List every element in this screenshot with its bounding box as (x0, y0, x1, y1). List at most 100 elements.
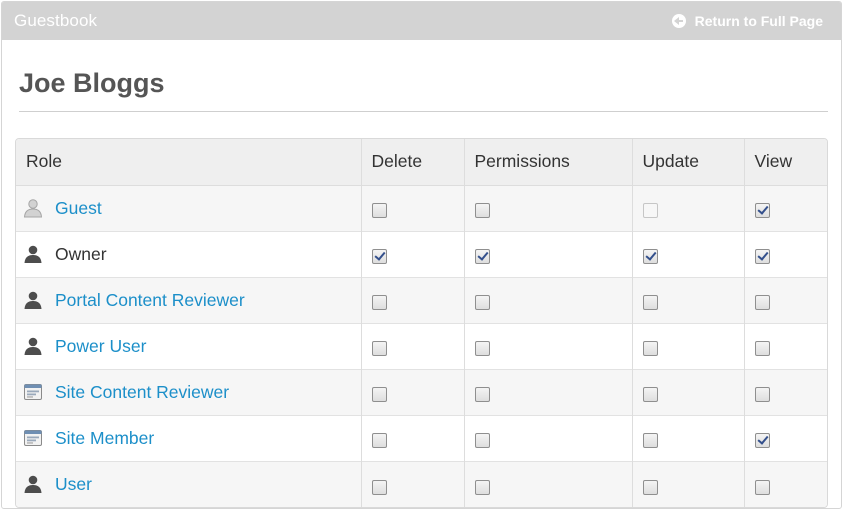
table-row: Site Member (16, 414, 827, 461)
permissions-cell (464, 276, 633, 323)
column-header-update: Update (632, 139, 745, 186)
panel-title: Guestbook (14, 11, 98, 30)
page-title: Joe Bloggs (19, 68, 828, 112)
guest-user-icon (23, 198, 43, 218)
site-role-icon (23, 428, 43, 448)
permissions-checkbox[interactable] (474, 341, 490, 357)
user-icon (23, 244, 43, 264)
permissions-checkbox[interactable] (474, 249, 490, 265)
update-checkbox[interactable] (642, 341, 658, 357)
delete-checkbox[interactable] (371, 295, 387, 311)
permissions-cell (464, 414, 633, 461)
permissions-checkbox[interactable] (474, 433, 490, 449)
table-row: User (16, 460, 827, 507)
view-cell (744, 184, 827, 231)
update-checkbox[interactable] (642, 433, 658, 449)
update-cell (632, 368, 745, 415)
delete-checkbox[interactable] (371, 479, 387, 495)
permissions-cell (464, 368, 633, 415)
view-cell (744, 368, 827, 415)
update-checkbox[interactable] (642, 249, 658, 265)
guestbook-panel: Guestbook Return to Full Page Joe Bloggs… (1, 1, 842, 509)
permissions-checkbox[interactable] (474, 203, 490, 219)
view-cell (744, 460, 827, 507)
return-to-full-page-link[interactable]: Return to Full Page (671, 13, 823, 29)
role-link[interactable]: User (55, 474, 92, 495)
column-header-view: View (744, 139, 827, 186)
role-link[interactable]: Portal Content Reviewer (55, 290, 245, 311)
role-cell: Owner (16, 230, 362, 277)
update-cell (632, 276, 745, 323)
delete-cell (361, 322, 465, 369)
delete-checkbox[interactable] (371, 387, 387, 403)
view-checkbox[interactable] (754, 341, 770, 357)
permissions-cell (464, 322, 633, 369)
table-row: Owner (16, 230, 827, 277)
view-cell (744, 276, 827, 323)
delete-cell (361, 414, 465, 461)
view-cell (744, 322, 827, 369)
return-label: Return to Full Page (694, 13, 823, 29)
view-checkbox[interactable] (754, 203, 770, 219)
update-checkbox[interactable] (642, 295, 658, 311)
role-cell: User (16, 460, 362, 507)
update-checkbox (642, 203, 658, 219)
permissions-checkbox[interactable] (474, 479, 490, 495)
view-checkbox[interactable] (754, 295, 770, 311)
column-header-permissions: Permissions (464, 139, 633, 186)
permissions-checkbox[interactable] (474, 387, 490, 403)
user-icon (23, 474, 43, 494)
view-checkbox[interactable] (754, 387, 770, 403)
update-cell (632, 230, 745, 277)
delete-cell (361, 460, 465, 507)
permissions-table-wrapper: Role Delete Permissions Update View Gues… (15, 138, 828, 508)
delete-cell (361, 368, 465, 415)
delete-checkbox[interactable] (371, 249, 387, 265)
user-icon (23, 290, 43, 310)
update-checkbox[interactable] (642, 387, 658, 403)
view-checkbox[interactable] (754, 433, 770, 449)
delete-checkbox[interactable] (371, 433, 387, 449)
role-cell: Site Content Reviewer (16, 368, 362, 415)
table-row: Guest (16, 184, 827, 231)
table-row: Power User (16, 322, 827, 369)
update-cell (632, 414, 745, 461)
table-row: Portal Content Reviewer (16, 276, 827, 323)
update-checkbox[interactable] (642, 479, 658, 495)
permissions-cell (464, 460, 633, 507)
site-role-icon (23, 382, 43, 402)
delete-checkbox[interactable] (371, 341, 387, 357)
role-cell: Guest (16, 184, 362, 231)
role-link[interactable]: Guest (55, 198, 102, 219)
role-link[interactable]: Power User (55, 336, 146, 357)
back-arrow-icon (671, 14, 686, 28)
role-cell: Site Member (16, 414, 362, 461)
role-link[interactable]: Site Member (55, 428, 154, 449)
panel-titlebar: Guestbook Return to Full Page (2, 2, 841, 40)
permissions-cell (464, 230, 633, 277)
permissions-checkbox[interactable] (474, 295, 490, 311)
role-cell: Power User (16, 322, 362, 369)
view-cell (744, 230, 827, 277)
update-cell (632, 460, 745, 507)
view-checkbox[interactable] (754, 249, 770, 265)
table-body: Guest Owner Portal Content Reviewer Power U… (16, 184, 827, 507)
view-checkbox[interactable] (754, 479, 770, 495)
role-label: Owner (55, 243, 107, 264)
permissions-cell (464, 184, 633, 231)
column-header-role: Role (16, 139, 362, 186)
delete-cell (361, 230, 465, 277)
update-cell (632, 322, 745, 369)
table-header-row: Role Delete Permissions Update View (16, 139, 827, 186)
permissions-table: Role Delete Permissions Update View Gues… (16, 139, 827, 507)
update-cell (632, 184, 745, 231)
role-cell: Portal Content Reviewer (16, 276, 362, 323)
table-row: Site Content Reviewer (16, 368, 827, 415)
delete-cell (361, 276, 465, 323)
column-header-delete: Delete (361, 139, 465, 186)
delete-cell (361, 184, 465, 231)
view-cell (744, 414, 827, 461)
delete-checkbox[interactable] (371, 203, 387, 219)
role-link[interactable]: Site Content Reviewer (55, 382, 229, 403)
user-icon (23, 336, 43, 356)
